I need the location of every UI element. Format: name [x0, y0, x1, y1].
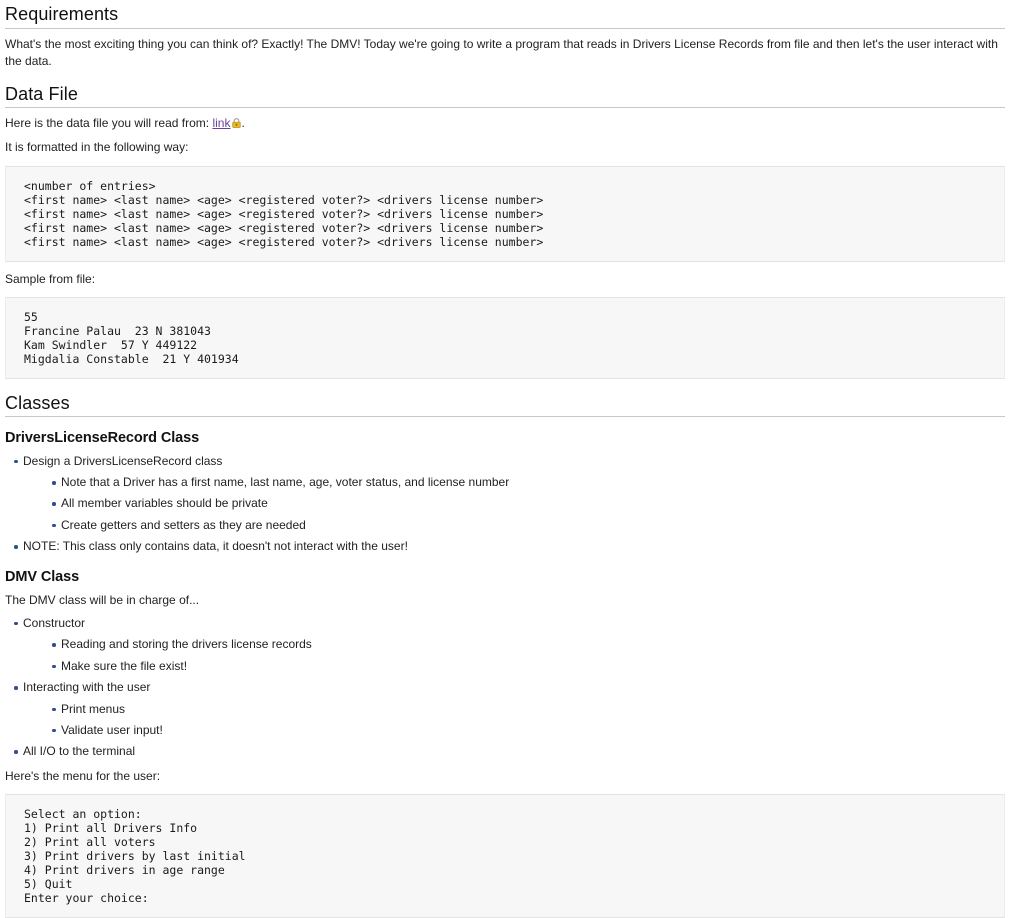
list-item: Constructor Reading and storing the driv… [5, 615, 1005, 675]
data-file-link-paragraph: Here is the data file you will read from… [5, 115, 1005, 132]
list-item-label: Create getters and setters as they are n… [61, 517, 306, 532]
section-heading-requirements: Requirements [5, 0, 1005, 29]
list-item: All member variables should be private [43, 495, 1005, 512]
list-item: Validate user input! [43, 722, 1005, 739]
dmv-constructor-sub-list: Reading and storing the drivers license … [23, 636, 1005, 675]
list-item-label: Print menus [61, 701, 126, 716]
data-file-link-lead: Here is the data file you will read from… [5, 116, 210, 131]
list-item-label: Validate user input! [61, 722, 163, 737]
list-item-label: Reading and storing the drivers license … [61, 637, 312, 652]
list-item-label: Constructor [23, 615, 86, 630]
data-file-link[interactable]: link [212, 116, 230, 130]
dmv-class-bullet-list: Constructor Reading and storing the driv… [5, 615, 1005, 761]
data-file-format-lead: It is formatted in the following way: [5, 140, 189, 155]
data-file-link-trailing: . [241, 116, 245, 131]
list-item: Design a DriversLicenseRecord class Note… [5, 453, 1005, 535]
list-item-label: All member variables should be private [61, 496, 268, 511]
dmv-menu-lead: Here's the menu for the user: [5, 768, 161, 783]
class-heading-dmv: DMV Class [5, 568, 80, 585]
section-heading-data-file: Data File [5, 80, 1005, 109]
list-item-label: Interacting with the user [23, 680, 151, 695]
list-item: Create getters and setters as they are n… [43, 517, 1005, 534]
dmv-class-intro: The DMV class will be in charge of... [5, 592, 200, 607]
list-item-label: Design a DriversLicenseRecord class [23, 453, 223, 468]
list-item: Reading and storing the drivers license … [43, 636, 1005, 653]
dmv-menu-code-block: Select an option: 1) Print all Drivers I… [5, 793, 1005, 918]
list-item: Print menus [43, 701, 1005, 718]
sample-data-code-block: 55 Francine Palau 23 N 381043 Kam Swindl… [5, 296, 1005, 379]
record-class-bullet-list: Design a DriversLicenseRecord class Note… [5, 453, 1005, 556]
dmv-interacting-sub-list: Print menus Validate user input! [23, 701, 1005, 740]
list-item: Make sure the file exist! [43, 658, 1005, 675]
list-item-label: NOTE: This class only contains data, it … [23, 539, 408, 554]
sample-from-file-lead: Sample from file: [5, 271, 96, 286]
section-heading-classes: Classes [5, 389, 1005, 418]
record-class-sub-bullet-list: Note that a Driver has a first name, las… [23, 474, 1005, 534]
list-item-label: Make sure the file exist! [61, 658, 188, 673]
list-item-label: All I/O to the terminal [23, 744, 136, 759]
document-body: Requirements What's the most exciting th… [0, 0, 1010, 918]
class-heading-drivers-license-record: DriversLicenseRecord Class [5, 430, 200, 447]
list-item: NOTE: This class only contains data, it … [5, 538, 1005, 555]
list-item-label: Note that a Driver has a first name, las… [61, 475, 510, 489]
list-item: Note that a Driver has a first name, las… [43, 474, 1005, 491]
list-item: Interacting with the user Print menus Va… [5, 679, 1005, 739]
data-format-code-block: <number of entries> <first name> <last n… [5, 165, 1005, 262]
list-item: All I/O to the terminal [5, 743, 1005, 760]
requirements-intro-paragraph: What's the most exciting thing you can t… [5, 36, 998, 68]
